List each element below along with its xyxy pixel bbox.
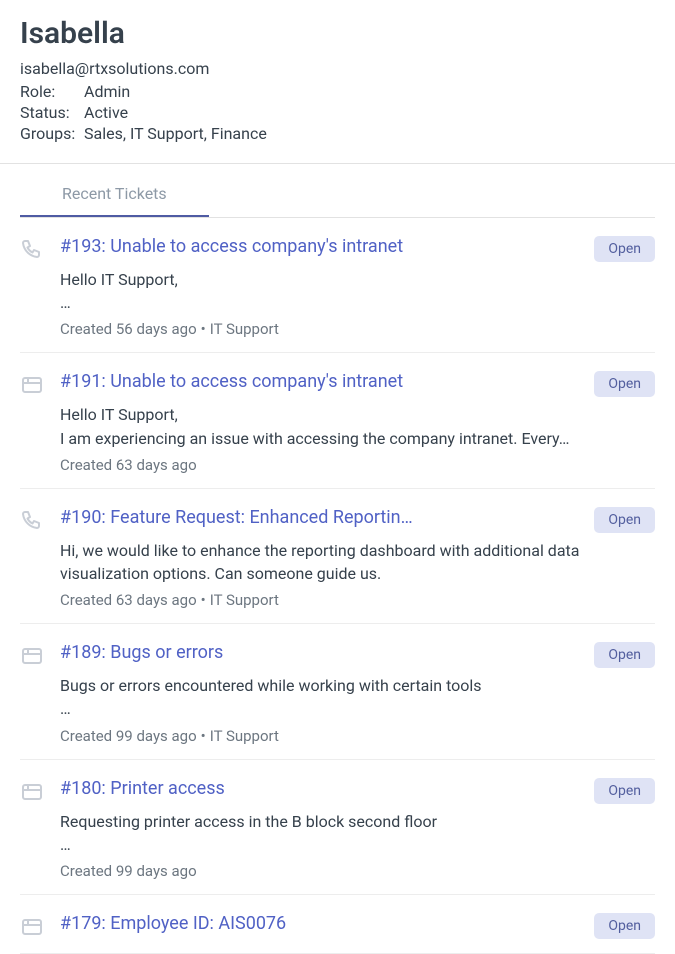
- ticket-created: Created 99 days ago: [60, 862, 197, 880]
- status-value: Active: [84, 103, 128, 122]
- ticket-title-link[interactable]: #189: Bugs or errors: [60, 642, 584, 663]
- ticket-header: #191: Unable to access company's intrane…: [60, 371, 655, 397]
- ticket-title-link[interactable]: #190: Feature Request: Enhanced Reportin…: [60, 507, 584, 528]
- ticket-row: #191: Unable to access company's intrane…: [20, 353, 655, 488]
- groups-value: Sales, IT Support, Finance: [84, 124, 267, 143]
- form-icon: [20, 778, 48, 880]
- status-badge[interactable]: Open: [594, 778, 655, 804]
- separator: •: [201, 727, 206, 745]
- ticket-meta: Created 63 days ago: [60, 456, 655, 474]
- user-email: isabella@rtxsolutions.com: [20, 59, 655, 78]
- ticket-body: #189: Bugs or errors Open Bugs or errors e…: [60, 642, 655, 744]
- ticket-body: #179: Employee ID: AIS0076 Open: [60, 913, 655, 939]
- ticket-header: #180: Printer access Open: [60, 778, 655, 804]
- separator: •: [201, 591, 206, 609]
- ticket-list: #193: Unable to access company's intrane…: [0, 218, 675, 954]
- ticket-group: IT Support: [210, 591, 279, 609]
- ticket-header: #190: Feature Request: Enhanced Reportin…: [60, 507, 655, 533]
- ticket-title-link[interactable]: #180: Printer access: [60, 778, 584, 799]
- form-icon: [20, 913, 48, 939]
- ticket-row: #193: Unable to access company's intrane…: [20, 218, 655, 353]
- status-badge[interactable]: Open: [594, 236, 655, 262]
- ticket-group: IT Support: [210, 727, 279, 745]
- ticket-title-link[interactable]: #193: Unable to access company's intrane…: [60, 236, 584, 257]
- ticket-header: #179: Employee ID: AIS0076 Open: [60, 913, 655, 939]
- status-badge[interactable]: Open: [594, 507, 655, 533]
- status-badge[interactable]: Open: [594, 913, 655, 939]
- ticket-description: Bugs or errors encountered while working…: [60, 674, 655, 720]
- status-label: Status:: [20, 103, 84, 122]
- ticket-body: #191: Unable to access company's intrane…: [60, 371, 655, 473]
- separator: •: [201, 320, 206, 338]
- ticket-body: #193: Unable to access company's intrane…: [60, 236, 655, 338]
- user-groups-row: Groups: Sales, IT Support, Finance: [20, 124, 655, 143]
- ticket-row: #190: Feature Request: Enhanced Reportin…: [20, 489, 655, 624]
- ticket-meta: Created 99 days ago: [60, 862, 655, 880]
- ticket-body: #190: Feature Request: Enhanced Reportin…: [60, 507, 655, 609]
- form-icon: [20, 371, 48, 473]
- ticket-created: Created 63 days ago: [60, 591, 197, 609]
- ticket-row: #179: Employee ID: AIS0076 Open: [20, 895, 655, 954]
- ticket-description: Hello IT Support,I am experiencing an is…: [60, 403, 655, 449]
- ticket-meta: Created 56 days ago•IT Support: [60, 320, 655, 338]
- status-badge[interactable]: Open: [594, 642, 655, 668]
- ticket-description: Requesting printer access in the B block…: [60, 810, 655, 856]
- status-badge[interactable]: Open: [594, 371, 655, 397]
- ticket-created: Created 63 days ago: [60, 456, 197, 474]
- tab-recent-tickets[interactable]: Recent Tickets: [20, 184, 209, 217]
- ticket-description: Hi, we would like to enhance the reporti…: [60, 539, 655, 585]
- user-status-row: Status: Active: [20, 103, 655, 122]
- ticket-meta: Created 99 days ago•IT Support: [60, 727, 655, 745]
- ticket-created: Created 56 days ago: [60, 320, 197, 338]
- ticket-description: Hello IT Support,…: [60, 268, 655, 314]
- role-label: Role:: [20, 82, 84, 101]
- phone-icon: [20, 236, 48, 338]
- phone-icon: [20, 507, 48, 609]
- ticket-header: #189: Bugs or errors Open: [60, 642, 655, 668]
- user-role-row: Role: Admin: [20, 82, 655, 101]
- form-icon: [20, 642, 48, 744]
- user-name: Isabella: [20, 16, 655, 51]
- ticket-title-link[interactable]: #191: Unable to access company's intrane…: [60, 371, 584, 392]
- groups-label: Groups:: [20, 124, 84, 143]
- ticket-row: #180: Printer access Open Requesting print…: [20, 760, 655, 895]
- ticket-group: IT Support: [210, 320, 279, 338]
- ticket-title-link[interactable]: #179: Employee ID: AIS0076: [60, 913, 584, 934]
- ticket-header: #193: Unable to access company's intrane…: [60, 236, 655, 262]
- ticket-meta: Created 63 days ago•IT Support: [60, 591, 655, 609]
- ticket-body: #180: Printer access Open Requesting print…: [60, 778, 655, 880]
- role-value: Admin: [84, 82, 130, 101]
- tab-bar: Recent Tickets: [20, 164, 655, 218]
- ticket-row: #189: Bugs or errors Open Bugs or errors e…: [20, 624, 655, 759]
- user-header: Isabella isabella@rtxsolutions.com Role:…: [0, 0, 675, 164]
- ticket-created: Created 99 days ago: [60, 727, 197, 745]
